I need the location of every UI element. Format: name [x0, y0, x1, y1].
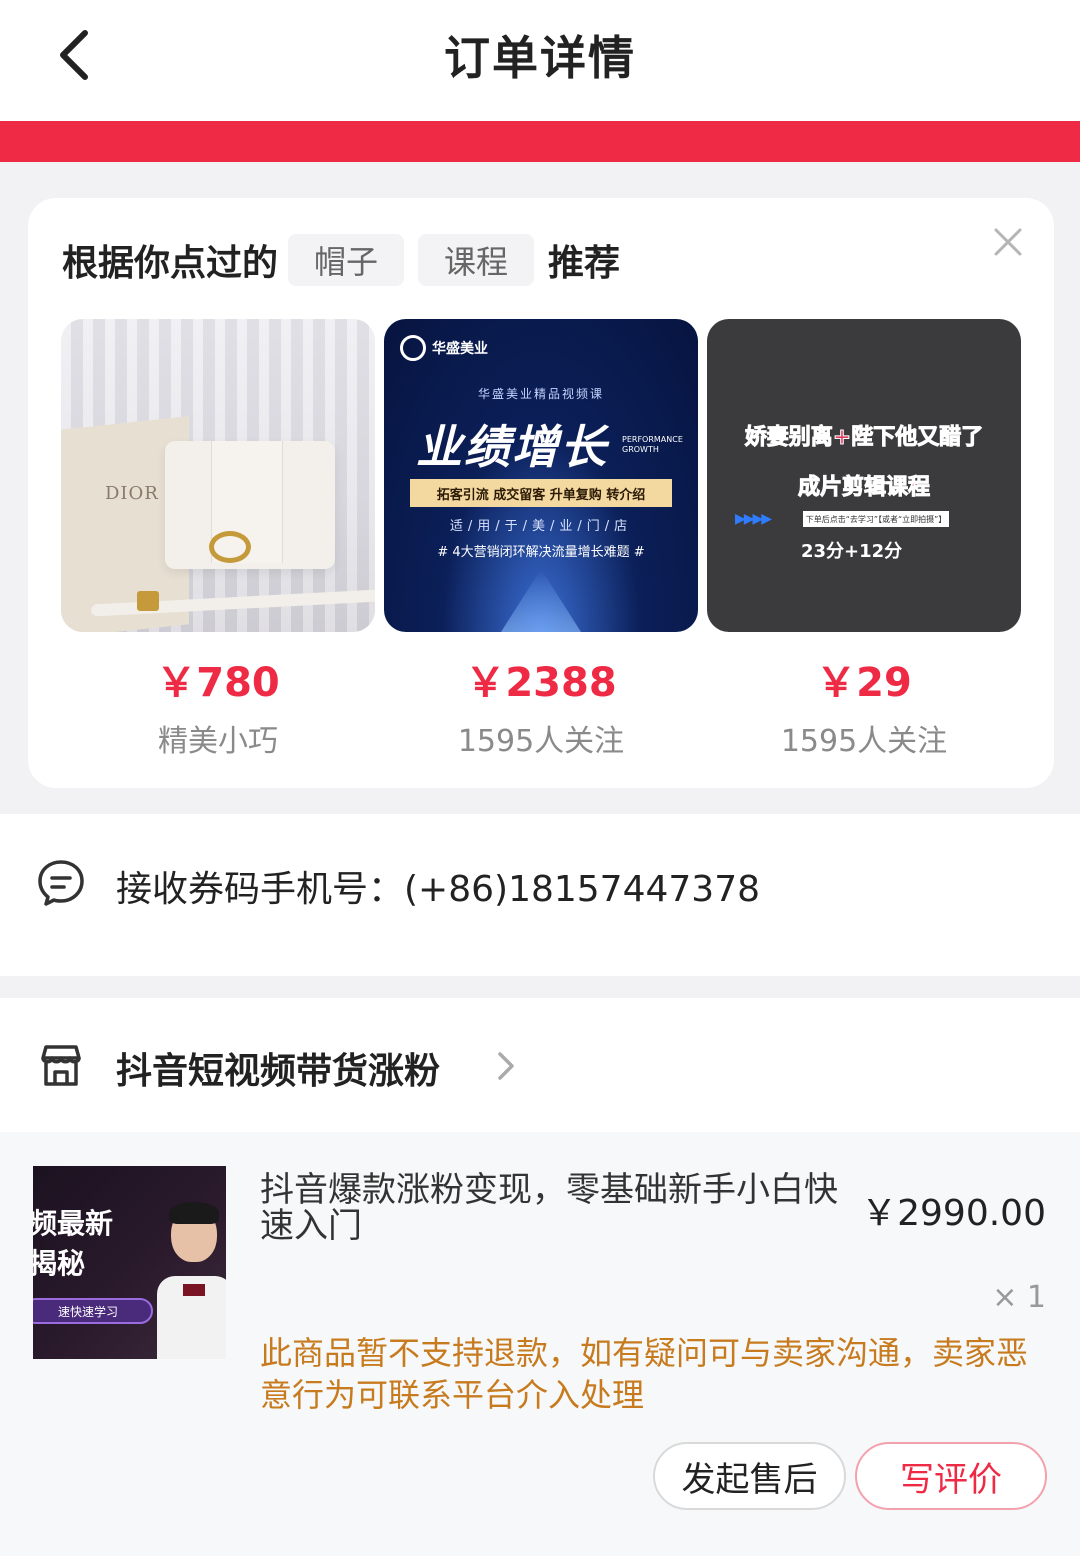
write-review-button[interactable]: 写评价 — [855, 1442, 1047, 1510]
course-perf-label: PERFORMANCE GROWTH — [622, 435, 683, 454]
thumb-pill: 速快速学习 — [33, 1298, 153, 1324]
page-title: 订单详情 — [444, 31, 636, 85]
store-icon — [41, 1045, 81, 1086]
box-brand-text: DIOR — [105, 483, 159, 504]
recommend-tag[interactable]: 课程 — [418, 234, 535, 286]
thumb-tip: 下单后点击“去学习”【或者“立即拍摄”】 — [803, 511, 949, 527]
thumb-subtitle: 成片剪辑课程 — [797, 475, 930, 501]
top-bar: 订单详情 — [0, 0, 1080, 121]
recommend-subtitle: 精美小巧 — [158, 724, 278, 759]
presenter-hair — [169, 1202, 219, 1224]
thumb-score: 23分+12分 — [801, 541, 903, 562]
order-item-title[interactable]: 抖音爆款涨粉变现，零基础新手小白快速入门 — [260, 1172, 850, 1244]
recommend-header: 根据你点过的 帽子 课程 推荐 — [62, 232, 620, 288]
brand-name: 华盛美业 — [432, 341, 488, 357]
recommend-card: 根据你点过的 帽子 课程 推荐 DIOR ￥780 精美小巧 华盛美业 华盛美业… — [28, 198, 1054, 788]
product-image: DIOR — [61, 319, 375, 632]
course-headline: 业绩增长 — [416, 420, 608, 474]
product-image: 华盛美业 华盛美业精品视频课 业绩增长 PERFORMANCE GROWTH 拓… — [384, 319, 698, 632]
order-section: 抖音短视频带货涨粉 频最新 揭秘 速快速学习 抖音爆款涨粉变现，零基础新手小白快… — [0, 998, 1080, 1556]
recommend-subtitle: 1595人关注 — [780, 724, 948, 759]
recommend-suffix: 推荐 — [548, 243, 621, 284]
order-item: 频最新 揭秘 速快速学习 抖音爆款涨粉变现，零基础新手小白快速入门 ￥2990.… — [0, 1132, 1080, 1556]
refund-notice: 此商品暂不支持退款，如有疑问可与卖家沟通，卖家恶意行为可联系平台介入处理 — [260, 1334, 1029, 1414]
recommend-subtitle: 1595人关注 — [457, 724, 625, 759]
recommend-item[interactable]: 娇妻别离+陛下他又醋了 成片剪辑课程 ▶▶▶▶ 下单后点击“去学习”【或者“立即… — [707, 319, 1021, 760]
thumb-line-2: 揭秘 — [33, 1247, 86, 1280]
course-audience: 适/用/于/美/业/门/店 — [449, 519, 633, 534]
presenter-figure — [157, 1202, 226, 1359]
course-features: 拓客引流 成交留客 升单复购 转介绍 — [410, 479, 672, 507]
recommend-price: ￥29 — [816, 660, 912, 706]
coupon-phone-section: 接收券码手机号：(+86)18157447378 — [0, 814, 1080, 976]
order-item-quantity: × 1 — [992, 1280, 1046, 1315]
chevron-right-icon — [498, 1052, 514, 1080]
strap-buckle — [137, 591, 159, 611]
course-kicker: 华盛美业精品视频课 — [477, 387, 604, 401]
close-icon[interactable] — [988, 222, 1028, 262]
recommend-tag[interactable]: 帽子 — [288, 234, 405, 286]
coupon-phone-text: 接收券码手机号：(+86)18157447378 — [116, 869, 761, 910]
brand-logo: 华盛美业 — [400, 335, 488, 361]
recommend-price: ￥780 — [156, 660, 280, 706]
status-banner — [0, 121, 1080, 162]
thumb-title: 娇妻别离+陛下他又醋了 — [744, 425, 984, 451]
light-beam — [501, 569, 581, 632]
course-hashtag: # 4大营销闭环解决流量增长难题 # — [437, 545, 645, 560]
shop-row[interactable]: 抖音短视频带货涨粉 — [0, 998, 1080, 1132]
recommend-price: ￥2388 — [465, 660, 617, 706]
shop-name: 抖音短视频带货涨粉 — [116, 1051, 441, 1092]
order-item-price: ￥2990.00 — [861, 1193, 1046, 1234]
handbag-clasp — [209, 531, 251, 563]
recommend-item[interactable]: 华盛美业 华盛美业精品视频课 业绩增长 PERFORMANCE GROWTH 拓… — [384, 319, 698, 760]
product-image: 娇妻别离+陛下他又醋了 成片剪辑课程 ▶▶▶▶ 下单后点击“去学习”【或者“立即… — [707, 319, 1021, 632]
presenter-bowtie — [183, 1284, 205, 1296]
order-item-image[interactable]: 频最新 揭秘 速快速学习 — [33, 1166, 226, 1359]
recommend-item[interactable]: DIOR ￥780 精美小巧 — [61, 319, 375, 760]
logo-mark-icon — [400, 335, 426, 361]
after-sale-button[interactable]: 发起售后 — [653, 1442, 846, 1510]
recommend-prefix: 根据你点过的 — [62, 243, 279, 284]
chat-doc-icon — [38, 860, 84, 906]
thumb-line-1: 频最新 — [33, 1207, 114, 1240]
arrows-icon: ▶▶▶▶ — [735, 511, 772, 527]
